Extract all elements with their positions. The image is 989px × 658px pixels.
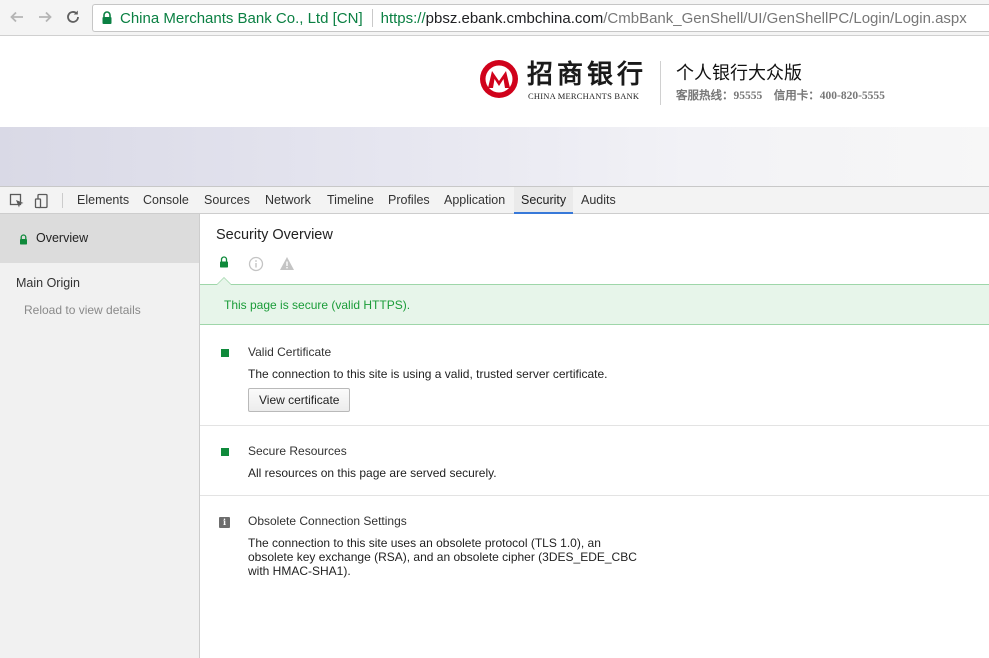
tab-network[interactable]: Network [258,187,318,214]
description-line: The connection to this site uses an obso… [248,536,601,550]
security-summary-banner: This page is secure (valid HTTPS). [200,277,989,325]
security-summary-text: This page is secure (valid HTTPS). [224,298,411,312]
reload-icon [67,10,79,23]
sidebar-item-label: Overview [36,231,89,245]
description-line: with HMAC-SHA1). [248,564,351,578]
web-page: 招商银行 CHINA MERCHANTS BANK 个人银行大众版 客服热线：9… [0,37,989,186]
info-circle-icon [248,256,264,272]
explanation-title: Valid Certificate [248,345,332,359]
page-title: 个人银行大众版 [676,63,802,84]
tab-security[interactable]: Security [514,187,574,214]
arrow-left-icon [10,11,23,23]
header-band [0,127,989,186]
url-host: pbsz.ebank.cmbchina.com [425,9,604,27]
bank-name-chinese: 招商银行 [527,60,648,90]
tab-console[interactable]: Console [136,187,196,214]
tab-audits[interactable]: Audits [574,187,623,214]
explanation-valid-certificate: Valid Certificate The connection to this… [200,325,989,426]
inspect-element-button[interactable] [8,192,26,210]
info-square-icon: i [219,517,230,528]
bank-name-english: CHINA MERCHANTS BANK [528,91,640,101]
security-overview-panel: Security Overview This page is secure (v… [200,214,989,658]
cmb-logo-icon [480,60,518,98]
security-overview-title: Security Overview [216,227,333,243]
explanation-title: Secure Resources [248,444,347,458]
summary-pointer [216,277,232,285]
main-origin-heading: Main Origin [16,276,80,290]
hotline-text: 客服热线：95555 信用卡：400-820-5555 [676,90,885,102]
lock-icon [101,11,113,25]
explanation-description: The connection to this site uses an obso… [248,536,658,578]
tab-profiles[interactable]: Profiles [381,187,437,214]
explanation-title: Obsolete Connection Settings [248,514,407,528]
url-path: /CmbBank_GenShell/UI/GenShellPC/Login/Lo… [603,9,967,27]
header-divider [660,61,661,105]
secure-square-icon [221,349,229,357]
view-certificate-button[interactable]: View certificate [248,388,351,412]
devtools-panel: Elements Console Sources Network Timelin… [0,186,989,658]
tab-timeline[interactable]: Timeline [320,187,381,214]
secure-square-icon [221,448,229,456]
explanation-secure-resources: Secure Resources All resources on this p… [200,426,989,496]
device-mode-icon [34,193,48,209]
description-line: obsolete key exchange (RSA), and an obso… [248,550,637,564]
security-sidebar: Overview Main Origin Reload to view deta… [0,214,200,658]
reload-button[interactable] [62,6,84,28]
ev-certificate-name[interactable]: China Merchants Bank Co., Ltd [CN] [120,10,363,27]
forward-button[interactable] [34,6,56,28]
secure-lock-icon [220,256,228,268]
explanation-obsolete-connection: i Obsolete Connection Settings The conne… [200,496,989,596]
back-button[interactable] [6,6,28,28]
device-toolbar-button[interactable] [33,192,51,210]
devtools-tabbar: Elements Console Sources Network Timelin… [0,187,989,214]
explanation-description: All resources on this page are served se… [248,466,497,480]
warning-triangle-icon [280,257,294,270]
tab-elements[interactable]: Elements [70,187,136,214]
tab-sources[interactable]: Sources [197,187,257,214]
inspect-cursor-icon [9,193,24,208]
tab-application[interactable]: Application [437,187,512,214]
url-scheme: https:// [380,9,426,27]
sidebar-item-overview[interactable]: Overview [0,214,199,263]
explanation-description: The connection to this site is using a v… [248,367,608,381]
address-bar[interactable]: China Merchants Bank Co., Ltd [CN] https… [92,4,989,32]
browser-toolbar: China Merchants Bank Co., Ltd [CN] https… [0,0,989,36]
reload-hint: Reload to view details [24,303,141,317]
arrow-right-icon [39,11,52,23]
toolbar-separator [62,193,63,208]
lock-icon [20,234,27,245]
omnibox-separator [371,9,373,27]
